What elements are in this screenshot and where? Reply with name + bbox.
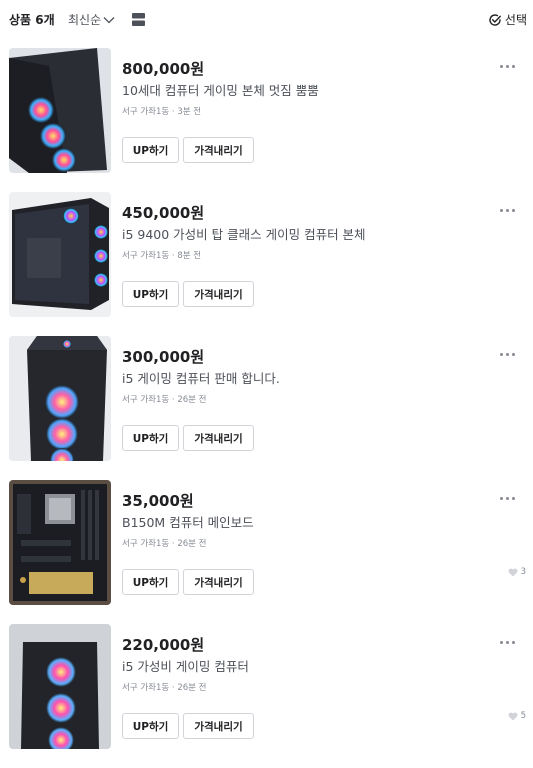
item-location: 서구 가좌1동 — [122, 107, 170, 117]
item-price: 35,000원 — [122, 492, 194, 510]
up-button[interactable]: UP하기 — [122, 713, 179, 739]
item-price: 800,000원 — [122, 60, 205, 78]
item-location: 서구 가좌1동 — [122, 395, 170, 405]
item-title[interactable]: B150M 컴퓨터 메인보드 — [122, 512, 254, 531]
likes-value: 3 — [520, 567, 526, 577]
lower-price-button[interactable]: 가격내리기 — [183, 713, 254, 739]
item-location: 서구 가좌1동 — [122, 683, 170, 693]
product-thumbnail[interactable] — [9, 192, 111, 317]
more-options-icon[interactable] — [500, 349, 522, 359]
lower-price-button[interactable]: 가격내리기 — [183, 569, 254, 595]
item-meta: 서구 가좌1동 · 3분 전 — [122, 105, 201, 117]
list-item[interactable]: 220,000원 i5 가성비 게이밍 컴퓨터 서구 가좌1동 · 26분 전 … — [0, 624, 533, 768]
heart-icon — [508, 568, 518, 576]
likes-count: 3 — [508, 567, 526, 577]
list-item[interactable]: 35,000원 B150M 컴퓨터 메인보드 서구 가좌1동 · 26분 전 3… — [0, 480, 533, 624]
list-view-icon[interactable] — [132, 13, 145, 26]
item-title[interactable]: i5 게이밍 컴퓨터 판매 합니다. — [122, 368, 280, 387]
item-time: 8분 전 — [177, 251, 202, 261]
item-title[interactable]: i5 가성비 게이밍 컴퓨터 — [122, 656, 249, 675]
up-button[interactable]: UP하기 — [122, 425, 179, 451]
toolbar: 상품 6개 최신순 선택 — [0, 0, 533, 40]
product-count: 상품 6개 — [9, 13, 55, 27]
heart-icon — [508, 712, 518, 720]
product-thumbnail[interactable] — [9, 48, 111, 173]
up-button[interactable]: UP하기 — [122, 569, 179, 595]
list-item[interactable]: 450,000원 i5 9400 가성비 탑 클래스 게이밍 컴퓨터 본체 서구… — [0, 192, 533, 336]
item-time: 26분 전 — [177, 395, 207, 405]
item-price: 220,000원 — [122, 636, 205, 654]
lower-price-button[interactable]: 가격내리기 — [183, 137, 254, 163]
item-title[interactable]: i5 9400 가성비 탑 클래스 게이밍 컴퓨터 본체 — [122, 224, 366, 243]
select-label: 선택 — [504, 13, 527, 27]
item-meta: 서구 가좌1동 · 26분 전 — [122, 393, 207, 405]
likes-value: 5 — [520, 711, 526, 721]
list-item[interactable]: 300,000원 i5 게이밍 컴퓨터 판매 합니다. 서구 가좌1동 · 26… — [0, 336, 533, 480]
up-button[interactable]: UP하기 — [122, 137, 179, 163]
item-location: 서구 가좌1동 — [122, 251, 170, 261]
more-options-icon[interactable] — [500, 205, 522, 215]
product-thumbnail[interactable] — [9, 624, 111, 749]
item-price: 300,000원 — [122, 348, 205, 366]
item-meta: 서구 가좌1동 · 8분 전 — [122, 249, 201, 261]
item-location: 서구 가좌1동 — [122, 539, 170, 549]
lower-price-button[interactable]: 가격내리기 — [183, 281, 254, 307]
check-circle-icon — [489, 13, 501, 26]
item-meta: 서구 가좌1동 · 26분 전 — [122, 681, 207, 693]
select-button[interactable]: 선택 — [488, 11, 527, 28]
up-button[interactable]: UP하기 — [122, 281, 179, 307]
more-options-icon[interactable] — [500, 637, 522, 647]
product-thumbnail[interactable] — [9, 480, 111, 605]
item-title[interactable]: 10세대 컴퓨터 게이밍 본체 멋짐 뿜뿜 — [122, 80, 319, 99]
likes-count: 5 — [508, 711, 526, 721]
list-item[interactable]: 800,000원 10세대 컴퓨터 게이밍 본체 멋짐 뿜뿜 서구 가좌1동 ·… — [0, 48, 533, 192]
item-time: 3분 전 — [177, 107, 202, 117]
lower-price-button[interactable]: 가격내리기 — [183, 425, 254, 451]
item-time: 26분 전 — [177, 539, 207, 549]
item-meta: 서구 가좌1동 · 26분 전 — [122, 537, 207, 549]
item-price: 450,000원 — [122, 204, 205, 222]
chevron-down-icon — [103, 17, 115, 24]
product-thumbnail[interactable] — [9, 336, 111, 461]
sort-label: 최신순 — [68, 13, 102, 27]
sort-dropdown[interactable]: 최신순 — [68, 11, 115, 28]
more-options-icon[interactable] — [500, 61, 522, 71]
more-options-icon[interactable] — [500, 493, 522, 503]
item-time: 26분 전 — [177, 683, 207, 693]
